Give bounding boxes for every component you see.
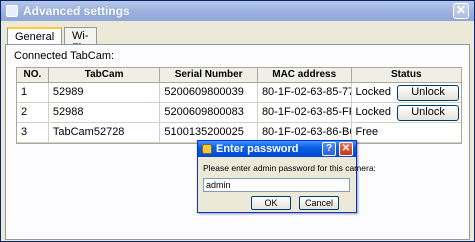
column-header-mac[interactable]: MAC address <box>258 68 352 82</box>
column-header-serial[interactable]: Serial Number <box>160 68 258 82</box>
settings-window-icon <box>6 5 18 17</box>
window-close-button[interactable]: ✕ <box>453 3 469 19</box>
cell-status: Locked Unlock <box>352 83 462 102</box>
dialog-title: Enter password <box>216 143 299 155</box>
table-header: NO. TabCam Serial Number MAC address Sta… <box>17 68 461 83</box>
enter-password-dialog: Enter password ? ✕ Please enter admin pa… <box>197 140 376 213</box>
cell-serial: 5200609800039 <box>160 83 258 102</box>
cell-status: Locked Unlock <box>352 103 462 122</box>
cell-tabcam: 52989 <box>49 83 161 102</box>
cell-tabcam: 52988 <box>49 103 161 122</box>
cell-mac: 80-1F-02-63-85-FF <box>258 103 352 122</box>
status-text: Free <box>355 126 379 138</box>
cell-status: Free <box>352 123 462 142</box>
dialog-close-button[interactable]: ✕ <box>339 142 353 156</box>
cell-serial: 5200609800083 <box>160 103 258 122</box>
cell-no: 1 <box>17 83 49 102</box>
unlock-button[interactable]: Unlock <box>397 84 460 101</box>
cell-mac: 80-1F-02-63-85-77 <box>258 83 352 102</box>
column-header-no[interactable]: NO. <box>17 68 49 82</box>
cell-tabcam: TabCam52728 <box>49 123 161 142</box>
advanced-settings-window: Advanced settings ✕ General Wi-Fi Connec… <box>0 0 475 242</box>
connected-tabcam-label: Connected TabCam: <box>14 50 115 62</box>
column-header-status-label: Status <box>390 69 422 80</box>
ok-button[interactable]: OK <box>251 196 291 210</box>
cancel-button[interactable]: Cancel <box>299 196 339 210</box>
cell-no: 3 <box>17 123 49 142</box>
column-header-status[interactable]: Status <box>352 68 462 82</box>
tabcam-table: NO. TabCam Serial Number MAC address Sta… <box>16 67 462 144</box>
dialog-title-bar[interactable]: Enter password ? ✕ <box>198 141 356 157</box>
lock-icon <box>202 144 212 154</box>
column-header-tabcam[interactable]: TabCam <box>49 68 161 82</box>
unlock-button[interactable]: Unlock <box>397 104 460 121</box>
status-text: Locked <box>355 86 391 98</box>
tab-wifi[interactable]: Wi-Fi <box>64 27 97 54</box>
title-bar[interactable]: Advanced settings ✕ <box>1 1 474 21</box>
password-prompt: Please enter admin password for this cam… <box>203 163 376 173</box>
table-row[interactable]: 1 52989 5200609800039 80-1F-02-63-85-77 … <box>17 83 461 103</box>
table-row[interactable]: 2 52988 5200609800083 80-1F-02-63-85-FF … <box>17 103 461 123</box>
cell-no: 2 <box>17 103 49 122</box>
window-title: Advanced settings <box>23 4 130 18</box>
help-button[interactable]: ? <box>322 142 336 156</box>
password-input[interactable] <box>203 178 350 192</box>
status-text: Locked <box>355 106 391 118</box>
